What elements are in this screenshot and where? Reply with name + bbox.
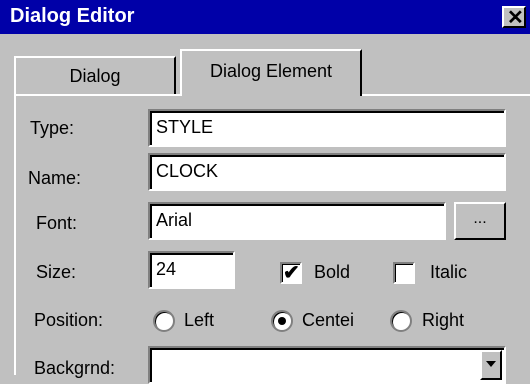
radio-selected-dot [278, 317, 286, 325]
title-bar: Dialog Editor ✕ [0, 0, 530, 34]
position-left-radio[interactable] [153, 310, 175, 332]
position-center-label: Centei [302, 310, 355, 330]
background-dropdown[interactable] [148, 346, 506, 384]
position-center-radio[interactable] [271, 310, 293, 332]
size-value: 24 [156, 259, 177, 279]
type-field[interactable]: STYLE [148, 109, 506, 147]
position-right-radio[interactable] [390, 310, 412, 332]
font-browse-label: ... [473, 210, 487, 227]
font-label: Font: [36, 213, 78, 233]
tab-dialog[interactable]: Dialog [14, 56, 176, 96]
size-field[interactable]: 24 [148, 251, 235, 289]
name-value: CLOCK [156, 161, 219, 181]
panel-border-left [14, 94, 16, 375]
tab-dialog-element-label: Dialog Element [209, 61, 333, 81]
position-right-label: Right [422, 310, 465, 330]
font-browse-button[interactable]: ... [454, 202, 506, 240]
window-title: Dialog Editor [10, 5, 135, 27]
checkmark-icon: ✔ [283, 262, 300, 284]
type-label: Type: [30, 118, 75, 138]
font-field[interactable]: Arial [148, 202, 446, 240]
name-field[interactable]: CLOCK [148, 153, 506, 191]
chevron-down-icon [486, 361, 496, 367]
close-button[interactable]: ✕ [502, 6, 526, 29]
name-label: Name: [28, 168, 82, 188]
bold-label: Bold [314, 262, 351, 282]
tab-dialog-element[interactable]: Dialog Element [180, 49, 362, 96]
bold-checkbox[interactable]: ✔ [280, 262, 302, 284]
tab-dialog-label: Dialog [69, 66, 121, 86]
italic-label: Italic [430, 262, 468, 282]
position-label: Position: [34, 310, 104, 330]
close-icon: ✕ [507, 7, 524, 29]
type-value: STYLE [156, 117, 214, 137]
italic-checkbox[interactable] [393, 262, 415, 284]
position-left-label: Left [184, 310, 215, 330]
dropdown-arrow-button[interactable] [480, 350, 502, 380]
font-value: Arial [156, 210, 193, 230]
size-label: Size: [36, 262, 77, 282]
background-label: Backgrnd: [34, 358, 116, 378]
